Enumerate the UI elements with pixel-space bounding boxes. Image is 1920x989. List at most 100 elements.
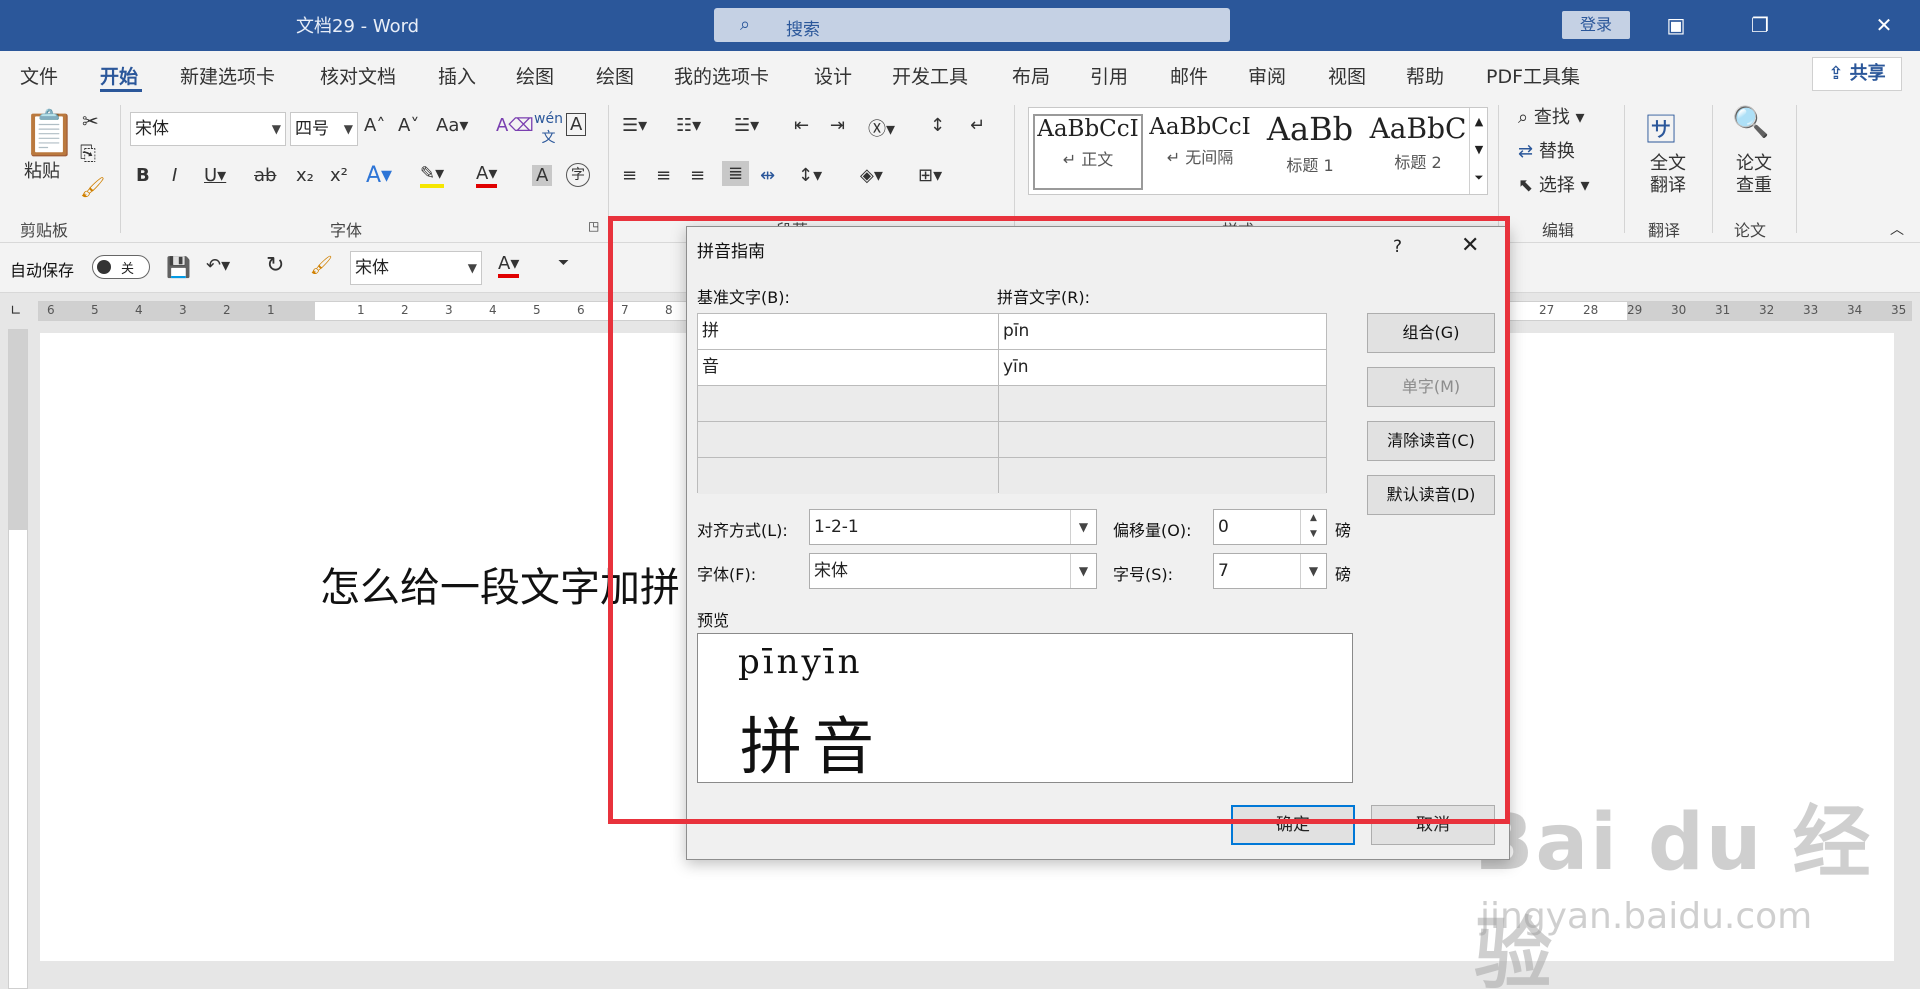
superscript-icon[interactable]: x² (330, 165, 348, 186)
tab-review[interactable]: 审阅 (1248, 62, 1286, 89)
font-name-value: 宋体 (135, 119, 169, 139)
tab-references[interactable]: 引用 (1090, 62, 1128, 89)
restore-icon[interactable]: ❐ (1740, 8, 1780, 42)
tab-selector-icon[interactable]: ∟ (10, 303, 22, 319)
italic-icon[interactable]: I (172, 165, 177, 186)
ribbon-tabs: 文件 开始 新建选项卡 核对文档 插入 绘图 绘图 我的选项卡 设计 开发工具 … (0, 51, 1920, 97)
paper-check-label[interactable]: 论文 查重 (1732, 153, 1776, 197)
font-size-combo[interactable]: 四号 ▼ (290, 112, 358, 146)
tab-check-doc[interactable]: 核对文档 (320, 62, 396, 89)
decrease-indent-icon[interactable]: ⇤ (794, 115, 809, 136)
clear-format-icon[interactable]: A⌫ (496, 115, 534, 136)
show-marks-icon[interactable]: ↵ (970, 115, 985, 136)
char-shading-icon[interactable]: A (532, 165, 553, 186)
style-no-spacing[interactable]: AaBbCcI ↵ 无间隔 (1145, 114, 1255, 168)
ribbon-display-icon[interactable]: ▣ (1656, 8, 1696, 42)
ruler-number: 6 (577, 303, 585, 317)
login-button[interactable]: 登录 (1562, 11, 1630, 39)
tab-design[interactable]: 设计 (814, 62, 852, 89)
tab-view[interactable]: 视图 (1328, 62, 1366, 89)
line-spacing-icon[interactable]: ↕▾ (798, 165, 822, 186)
borders-icon[interactable]: ⊞▾ (918, 165, 942, 186)
customize-qat-icon[interactable]: ⏷ (558, 255, 569, 271)
tab-developer[interactable]: 开发工具 (892, 62, 968, 89)
style-heading-2[interactable]: AaBbC 标题 2 (1363, 112, 1473, 173)
font-dialog-launcher-icon[interactable]: ◳ (588, 219, 599, 233)
increase-indent-icon[interactable]: ⇥ (830, 115, 845, 136)
select-button[interactable]: ⬉ 选择 ▾ (1518, 171, 1590, 197)
chevron-down-icon: ▼ (271, 122, 281, 136)
text-effect-icon[interactable]: A▾ (366, 163, 392, 188)
grow-font-icon[interactable]: A˄ (364, 115, 385, 136)
distributed-icon[interactable]: ⇹ (760, 165, 775, 186)
styles-scroll[interactable]: ▲ ▼ ⏷ (1469, 108, 1488, 194)
replace-button[interactable]: ⇄ 替换 (1518, 137, 1575, 163)
tab-my[interactable]: 我的选项卡 (674, 62, 769, 89)
paste-label[interactable]: 粘贴 (24, 157, 60, 183)
tab-new[interactable]: 新建选项卡 (180, 62, 275, 89)
bold-icon[interactable]: B (136, 165, 150, 186)
undo-icon[interactable]: ↶▾ (206, 255, 230, 276)
align-left-icon[interactable]: ≡ (622, 165, 637, 186)
phonetic-guide-icon[interactable]: wén 文 (534, 111, 563, 147)
tab-insert[interactable]: 插入 (438, 62, 476, 89)
copy-icon[interactable]: ⎘ (80, 141, 96, 165)
search-icon: ⌕ (740, 14, 751, 35)
autosave-toggle[interactable]: 关 (92, 255, 150, 279)
vertical-ruler[interactable] (8, 329, 28, 989)
numbering-icon[interactable]: ☷▾ (676, 115, 701, 136)
shading-icon[interactable]: ◈▾ (860, 165, 883, 186)
tab-home[interactable]: 开始 (100, 62, 138, 89)
ruler-number: 27 (1539, 303, 1555, 317)
redo-icon[interactable]: ↻ (266, 253, 284, 278)
justify-icon[interactable]: ≣ (722, 161, 750, 186)
multilevel-icon[interactable]: ☱▾ (734, 115, 759, 136)
tab-layout[interactable]: 布局 (1012, 62, 1050, 89)
enclose-char-icon[interactable]: 字 (566, 163, 590, 187)
format-painter-icon[interactable]: 🖌 (80, 175, 105, 199)
subscript-icon[interactable]: x₂ (296, 165, 314, 186)
close-window-icon[interactable]: ✕ (1864, 8, 1904, 42)
tab-draw-1[interactable]: 绘图 (516, 62, 554, 89)
style-normal[interactable]: AaBbCcI ↵ 正文 (1033, 114, 1143, 190)
collapse-ribbon-icon[interactable]: ︿ (1890, 219, 1904, 239)
search-box[interactable]: ⌕ 搜索 (714, 8, 1230, 42)
qat-font-combo[interactable]: 宋体 ▼ (350, 251, 482, 285)
align-right-icon[interactable]: ≡ (690, 165, 705, 186)
ruler-number: 35 (1891, 303, 1907, 317)
full-translate-label[interactable]: 全文 翻译 (1646, 153, 1690, 197)
change-case-icon[interactable]: Aa▾ (436, 115, 468, 136)
cut-icon[interactable]: ✂ (82, 109, 99, 133)
find-button[interactable]: ⌕ 查找 ▾ (1518, 103, 1585, 129)
watermark-url: jingyan.baidu.com (1480, 896, 1813, 937)
qat-font-value: 宋体 (355, 258, 389, 278)
tab-file[interactable]: 文件 (20, 62, 58, 89)
qat-font-color-icon[interactable]: A▾ (498, 253, 520, 278)
separator (608, 105, 609, 233)
font-name-combo[interactable]: 宋体 ▼ (130, 112, 286, 146)
char-border-icon[interactable]: A (566, 113, 587, 136)
tab-draw-2[interactable]: 绘图 (596, 62, 634, 89)
tab-mailings[interactable]: 邮件 (1170, 62, 1208, 89)
separator (1498, 105, 1499, 233)
tab-pdf[interactable]: PDF工具集 (1486, 62, 1580, 89)
save-icon[interactable]: 💾 (166, 255, 191, 279)
style-sample: AaBbC (1369, 112, 1467, 145)
translate-icon[interactable]: 🈂 (1646, 105, 1676, 149)
style-heading-1[interactable]: AaBb 标题 1 (1255, 110, 1365, 176)
tab-help[interactable]: 帮助 (1406, 62, 1444, 89)
bullets-icon[interactable]: ☰▾ (622, 115, 647, 136)
underline-icon[interactable]: U▾ (204, 165, 226, 186)
shrink-font-icon[interactable]: A˅ (398, 115, 419, 136)
paper-check-icon[interactable]: 🔍 (1732, 105, 1769, 140)
style-name: ↵ 无间隔 (1166, 148, 1234, 167)
format-painter-icon[interactable]: 🖌 (310, 255, 333, 276)
chinese-layout-icon[interactable]: Ⓧ▾ (868, 115, 895, 141)
highlight-icon[interactable]: ✎▾ (420, 163, 445, 188)
sort-icon[interactable]: ↕ (930, 115, 945, 136)
paste-icon[interactable]: 📋 (22, 107, 77, 159)
strike-icon[interactable]: ab (254, 165, 276, 186)
align-center-icon[interactable]: ≡ (656, 165, 671, 186)
font-color-icon[interactable]: A▾ (476, 163, 498, 188)
share-button[interactable]: ⇪ 共享 (1812, 57, 1902, 91)
